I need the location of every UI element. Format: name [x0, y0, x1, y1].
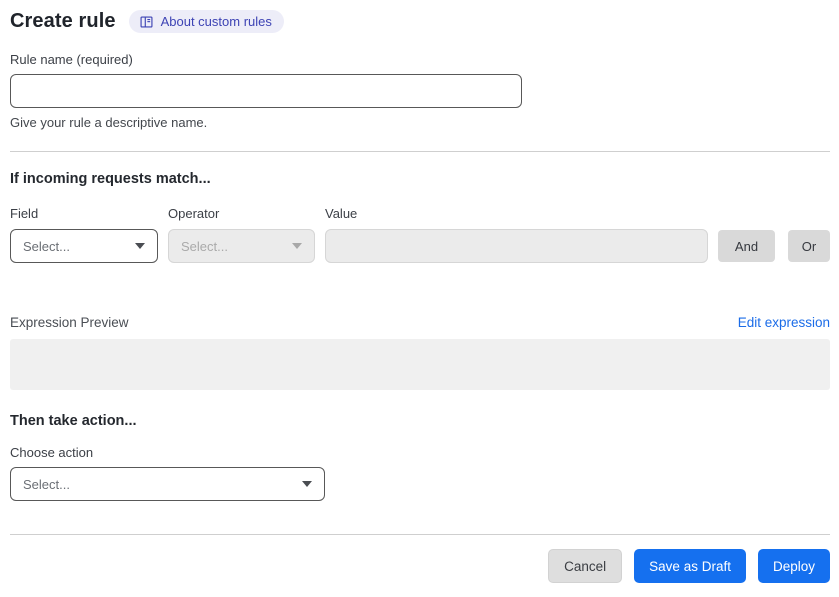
chevron-down-icon [135, 243, 145, 249]
and-button[interactable]: And [718, 230, 775, 262]
chevron-down-icon [292, 243, 302, 249]
operator-select-placeholder: Select... [181, 238, 228, 254]
edit-expression-link[interactable]: Edit expression [738, 315, 830, 330]
footer-divider [10, 534, 830, 535]
builder-labels: Field Operator Value [10, 206, 830, 221]
action-section-heading: Then take action... [10, 413, 137, 429]
book-icon [139, 15, 154, 29]
footer-actions: Cancel Save as Draft Deploy [10, 549, 830, 583]
page-title: Create rule [10, 10, 116, 32]
or-button[interactable]: Or [788, 230, 830, 262]
about-badge-label: About custom rules [160, 14, 272, 29]
deploy-button[interactable]: Deploy [757, 549, 830, 583]
expression-preview-label: Expression Preview [10, 315, 129, 330]
header: Create rule About custom rules [10, 10, 830, 33]
action-select-placeholder: Select... [23, 476, 70, 492]
rule-name-label: Rule name (required) [10, 52, 133, 67]
cancel-button[interactable]: Cancel [548, 549, 623, 583]
match-section-heading: If incoming requests match... [10, 171, 211, 187]
expression-preview-box [10, 339, 830, 390]
action-select[interactable]: Select... [10, 467, 325, 501]
field-select-placeholder: Select... [23, 238, 70, 254]
operator-label: Operator [168, 206, 220, 221]
save-as-draft-button[interactable]: Save as Draft [634, 549, 746, 583]
chevron-down-icon [302, 481, 312, 487]
value-input[interactable] [325, 229, 708, 263]
value-label: Value [325, 206, 358, 221]
operator-select[interactable]: Select... [168, 229, 315, 263]
create-rule-form: Create rule About custom rules Rule name… [0, 0, 839, 583]
field-select[interactable]: Select... [10, 229, 158, 263]
field-label: Field [10, 206, 39, 221]
builder-row: Select... Select... And Or [10, 229, 830, 263]
rule-name-helper: Give your rule a descriptive name. [10, 115, 208, 130]
about-custom-rules-badge[interactable]: About custom rules [128, 10, 284, 33]
expression-preview-row: Expression Preview Edit expression [10, 315, 830, 330]
choose-action-label: Choose action [10, 445, 94, 460]
rule-name-input[interactable] [10, 74, 522, 108]
section-divider [10, 151, 830, 152]
